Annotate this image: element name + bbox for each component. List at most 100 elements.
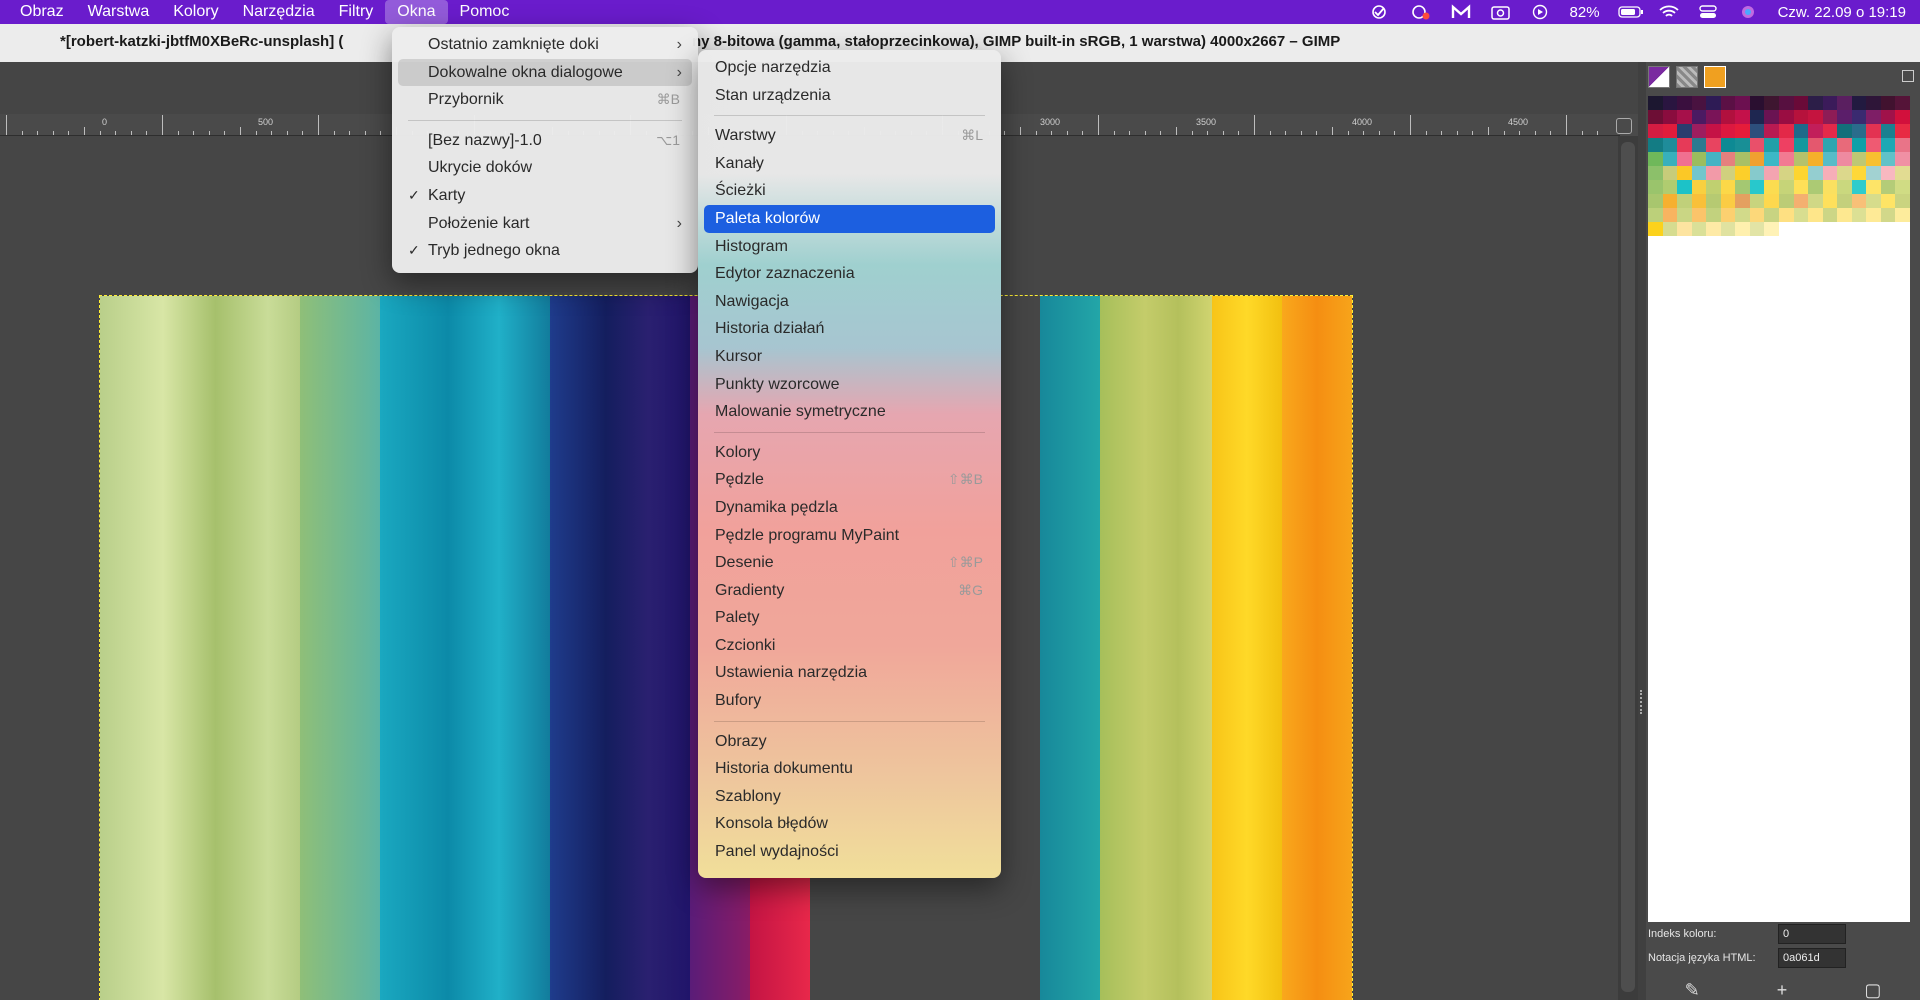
palette-swatch[interactable] — [1808, 124, 1823, 138]
palette-swatch[interactable] — [1851, 208, 1867, 222]
palette-swatch[interactable] — [1720, 180, 1736, 194]
palette-swatch[interactable] — [1764, 152, 1779, 166]
palette-swatch[interactable] — [1895, 124, 1910, 138]
palette-swatches[interactable] — [1648, 96, 1910, 236]
palette-swatch[interactable] — [1720, 194, 1736, 208]
palette-swatch[interactable] — [1764, 166, 1779, 180]
palette-swatch[interactable] — [1677, 208, 1692, 222]
palette-swatch[interactable] — [1720, 124, 1736, 138]
palette-swatch[interactable] — [1837, 96, 1852, 110]
palette-swatch[interactable] — [1648, 152, 1663, 166]
menu-item-przybornik[interactable]: Przybornik ⌘B — [398, 86, 692, 114]
palette-swatch[interactable] — [1764, 110, 1779, 124]
palette-swatch[interactable] — [1662, 138, 1678, 152]
play-icon[interactable] — [1530, 4, 1552, 20]
palette-swatch[interactable] — [1691, 194, 1707, 208]
battery-charging-icon[interactable] — [1617, 4, 1643, 20]
palette-swatch[interactable] — [1851, 152, 1867, 166]
palette-swatch[interactable] — [1735, 208, 1750, 222]
palette-swatch[interactable] — [1851, 124, 1867, 138]
palette-swatch[interactable] — [1778, 96, 1794, 110]
menu-item-stan-urzadzenia[interactable]: Stan urządzenia — [704, 82, 995, 110]
add-color-icon[interactable]: + — [1777, 980, 1788, 1000]
palette-swatch[interactable] — [1706, 166, 1721, 180]
palette-swatch[interactable] — [1677, 180, 1692, 194]
menu-item-histogram[interactable]: Histogram — [704, 233, 995, 261]
palette-swatch[interactable] — [1895, 166, 1910, 180]
palette-swatch[interactable] — [1662, 96, 1678, 110]
palette-swatch[interactable] — [1764, 194, 1779, 208]
palette-swatch[interactable] — [1706, 222, 1721, 236]
palette-swatch[interactable] — [1880, 152, 1896, 166]
menu-pomoc[interactable]: Pomoc — [448, 0, 522, 24]
palette-swatch[interactable] — [1735, 124, 1750, 138]
palette-swatch[interactable] — [1866, 110, 1881, 124]
palette-swatch[interactable] — [1662, 194, 1678, 208]
palette-swatch[interactable] — [1822, 180, 1838, 194]
palette-swatch[interactable] — [1880, 138, 1896, 152]
palette-swatch[interactable] — [1677, 194, 1692, 208]
palette-swatch[interactable] — [1808, 208, 1823, 222]
screenshot-icon[interactable] — [1490, 4, 1512, 20]
menu-item-obrazy[interactable]: Obrazy — [704, 728, 995, 756]
palette-swatch[interactable] — [1880, 96, 1896, 110]
palette-swatch[interactable] — [1720, 110, 1736, 124]
palette-swatch[interactable] — [1764, 180, 1779, 194]
palette-swatch[interactable] — [1851, 138, 1867, 152]
color-palette-grid[interactable] — [1648, 96, 1910, 922]
palette-swatch[interactable] — [1764, 96, 1779, 110]
palette-swatch[interactable] — [1866, 138, 1881, 152]
palette-swatch[interactable] — [1808, 166, 1823, 180]
palette-swatch[interactable] — [1851, 110, 1867, 124]
palette-swatch[interactable] — [1793, 208, 1809, 222]
palette-swatch[interactable] — [1895, 96, 1910, 110]
menu-warstwa[interactable]: Warstwa — [76, 0, 162, 24]
palette-swatch[interactable] — [1808, 96, 1823, 110]
menu-item-historia-dokumentu[interactable]: Historia dokumentu — [704, 755, 995, 783]
palette-swatch[interactable] — [1677, 152, 1692, 166]
palette-swatch[interactable] — [1706, 180, 1721, 194]
palette-swatch[interactable] — [1808, 138, 1823, 152]
palette-swatch[interactable] — [1793, 152, 1809, 166]
palette-swatch[interactable] — [1648, 180, 1663, 194]
palette-swatch[interactable] — [1691, 180, 1707, 194]
palette-swatch[interactable] — [1837, 180, 1852, 194]
palette-swatch[interactable] — [1735, 166, 1750, 180]
palette-swatch[interactable] — [1764, 208, 1779, 222]
palette-swatch[interactable] — [1837, 194, 1852, 208]
palette-swatch[interactable] — [1866, 194, 1881, 208]
palette-swatch[interactable] — [1735, 180, 1750, 194]
menu-item-warstwy[interactable]: Warstwy ⌘L — [704, 122, 995, 150]
splitter-grip-icon[interactable] — [1640, 690, 1644, 714]
menu-item-karty[interactable]: ✓ Karty — [398, 182, 692, 210]
palette-swatch[interactable] — [1691, 166, 1707, 180]
palette-swatch[interactable] — [1749, 110, 1765, 124]
menu-item-opcje-narzedzia[interactable]: Opcje narzędzia — [704, 54, 995, 82]
palette-swatch[interactable] — [1648, 110, 1663, 124]
menu-narzedzia[interactable]: Narzędzia — [231, 0, 327, 24]
palette-swatch[interactable] — [1793, 166, 1809, 180]
palette-swatch[interactable] — [1720, 222, 1736, 236]
palette-swatch[interactable] — [1677, 124, 1692, 138]
menu-item-gradienty[interactable]: Gradienty ⌘G — [704, 577, 995, 605]
palette-swatch[interactable] — [1677, 166, 1692, 180]
palette-swatch[interactable] — [1851, 194, 1867, 208]
palette-swatch[interactable] — [1866, 166, 1881, 180]
palette-swatch[interactable] — [1662, 124, 1678, 138]
palette-swatch[interactable] — [1648, 194, 1663, 208]
palette-swatch[interactable] — [1793, 194, 1809, 208]
menu-item-ostatnio-zamkniete-doki[interactable]: Ostatnio zamknięte doki › — [398, 31, 692, 59]
palette-swatch[interactable] — [1778, 152, 1794, 166]
dock-splitter[interactable] — [1638, 62, 1646, 1000]
menu-filtry[interactable]: Filtry — [327, 0, 386, 24]
palette-swatch[interactable] — [1720, 152, 1736, 166]
palette-swatch[interactable] — [1822, 124, 1838, 138]
menu-item-punkty-wzorcowe[interactable]: Punkty wzorcowe — [704, 371, 995, 399]
palette-swatch[interactable] — [1808, 152, 1823, 166]
control-center-icon[interactable] — [1698, 4, 1720, 20]
palette-swatch[interactable] — [1749, 194, 1765, 208]
menu-item-sciezki[interactable]: Ścieżki — [704, 177, 995, 205]
palette-swatch[interactable] — [1837, 208, 1852, 222]
palette-swatch[interactable] — [1793, 180, 1809, 194]
palette-swatch[interactable] — [1822, 152, 1838, 166]
